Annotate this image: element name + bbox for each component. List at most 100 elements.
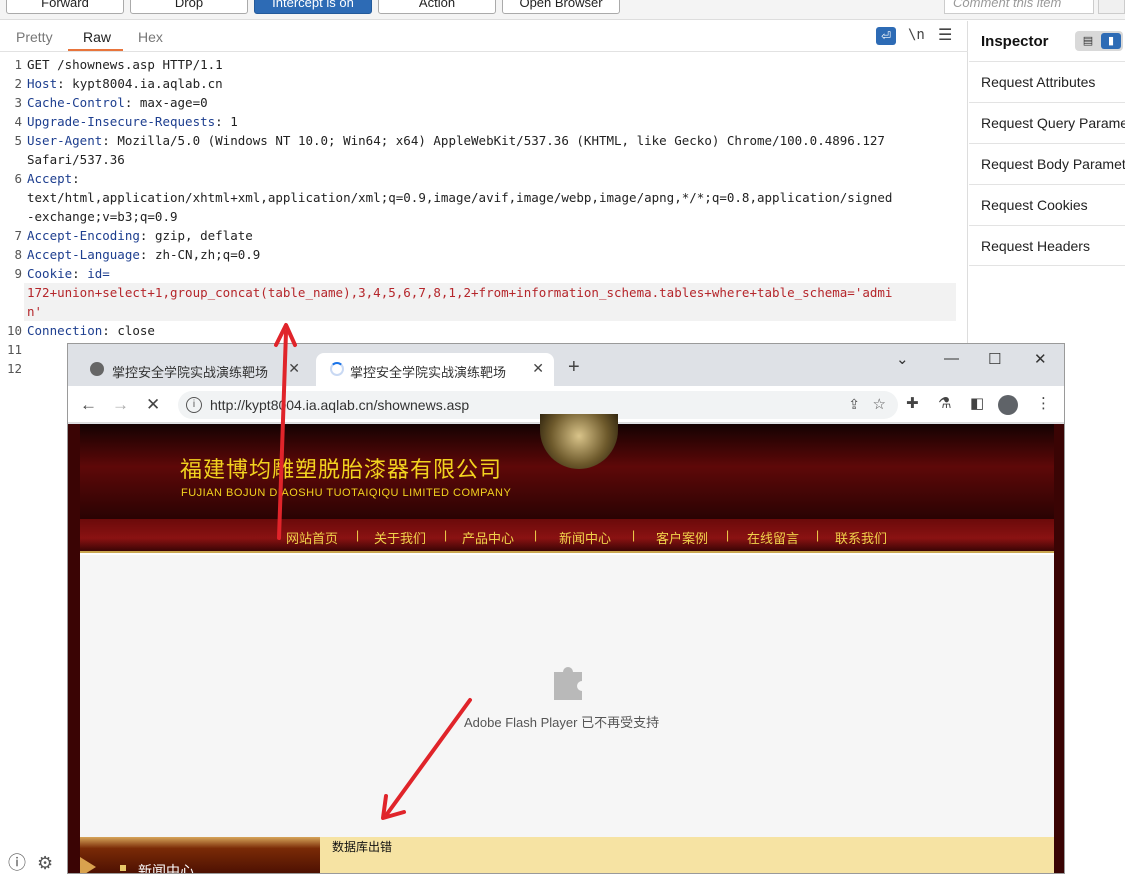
- inspector-body-params[interactable]: Request Body Parameters: [969, 143, 1125, 184]
- header-value: zh-CN,zh;q=0.9: [147, 247, 261, 262]
- plugin-puzzle-icon: [554, 667, 582, 700]
- side-panel-icon[interactable]: ◧: [970, 394, 984, 412]
- header-cookie: Cookie: id=: [27, 266, 110, 281]
- line-number: 9: [14, 266, 22, 281]
- flash-placeholder: Adobe Flash Player 已不再受支持: [80, 555, 1054, 837]
- forward-icon[interactable]: →: [112, 395, 129, 415]
- header-key: Cache-Control: [27, 95, 125, 110]
- site-nav: 网站首页 | 关于我们 | 产品中心 | 新闻中心 | 客户案例 | 在线留言 …: [80, 519, 1054, 553]
- cookie-name: id=: [79, 266, 110, 281]
- nav-cases[interactable]: 客户案例: [656, 528, 708, 547]
- nav-separator: |: [356, 528, 360, 542]
- cookie-payload: 172+union+select+1,group_concat(table_na…: [27, 285, 893, 300]
- intercept-toggle-button[interactable]: Intercept is on: [254, 0, 372, 14]
- action-button[interactable]: Action: [378, 0, 496, 14]
- new-tab-icon[interactable]: +: [568, 356, 580, 379]
- header-accept-encoding: Accept-Encoding: gzip, deflate: [27, 228, 253, 243]
- sidebar-news-header: 新闻中心: [80, 837, 320, 873]
- database-error-text: 数据库出错: [332, 840, 393, 854]
- header-accept-language: Accept-Language: zh-CN,zh;q=0.9: [27, 247, 261, 262]
- line-number: 8: [14, 247, 22, 262]
- open-browser-button[interactable]: Open Browser: [502, 0, 620, 14]
- inspector-cookies[interactable]: Request Cookies: [969, 184, 1125, 225]
- tab-pretty[interactable]: Pretty: [16, 29, 53, 45]
- url-path: /shownews.asp: [373, 397, 470, 413]
- profile-avatar-icon[interactable]: [998, 395, 1018, 415]
- word-wrap-icon[interactable]: ⏎: [876, 27, 896, 45]
- line-number: 2: [14, 76, 22, 91]
- panel-layout-icon[interactable]: ▮: [1101, 33, 1121, 49]
- header-value: Mozilla/5.0 (Windows NT 10.0; Win64; x64…: [109, 133, 885, 148]
- browser-tab-1[interactable]: 掌控安全学院实战演练靶场 ✕: [78, 353, 310, 386]
- browser-menu-icon[interactable]: ⋮: [1036, 394, 1051, 412]
- header-accept-value: text/html,application/xhtml+xml,applicat…: [27, 190, 893, 205]
- share-icon[interactable]: ⇪: [848, 396, 860, 413]
- tab-raw[interactable]: Raw: [83, 29, 111, 45]
- nav-separator: |: [632, 528, 636, 542]
- inspector-request-attributes[interactable]: Request Attributes: [969, 61, 1125, 102]
- comment-input[interactable]: Comment this item: [944, 0, 1094, 14]
- help-icon[interactable]: ⓘ: [8, 853, 26, 873]
- header-key: Accept: [27, 171, 73, 186]
- proxy-toolbar: Forward Drop Intercept is on Action Open…: [0, 0, 1125, 20]
- header-key: Connection: [27, 323, 103, 338]
- loading-spinner-icon: [330, 362, 344, 376]
- maximize-icon[interactable]: ☐: [988, 350, 1001, 368]
- header-connection: Connection: close: [27, 323, 155, 338]
- nav-about[interactable]: 关于我们: [374, 528, 426, 547]
- forward-button[interactable]: Forward: [6, 0, 124, 14]
- bookmark-star-icon[interactable]: ☆: [873, 395, 886, 413]
- header-user-agent-cont: Safari/537.36: [27, 152, 125, 167]
- inspector-layout-toggle[interactable]: ▤ ▮: [1075, 31, 1123, 51]
- line-number: 7: [14, 228, 22, 243]
- line-number: 3: [14, 95, 22, 110]
- nav-separator: |: [534, 528, 538, 542]
- window-close-icon[interactable]: ✕: [1034, 350, 1047, 368]
- header-accept-cont: -exchange;v=b3;q=0.9: [27, 209, 178, 224]
- nav-contact[interactable]: 联系我们: [835, 528, 887, 547]
- header-key: Upgrade-Insecure-Requests: [27, 114, 216, 129]
- inspector-query-params[interactable]: Request Query Parameters: [969, 102, 1125, 143]
- back-icon[interactable]: ←: [80, 395, 97, 415]
- line-number: 5: [14, 133, 22, 148]
- tab-close-icon[interactable]: ✕: [288, 360, 300, 377]
- request-line: GET /shownews.asp HTTP/1.1: [27, 57, 223, 72]
- header-value: kypt8004.ia.aqlab.cn: [64, 76, 223, 91]
- header-key: Accept-Language: [27, 247, 140, 262]
- header-upgrade-insecure: Upgrade-Insecure-Requests: 1: [27, 114, 238, 129]
- settings-gear-icon[interactable]: ⚙: [37, 853, 53, 873]
- lab-flask-icon[interactable]: ⚗: [938, 394, 951, 412]
- tab-title: 掌控安全学院实战演练靶场: [350, 365, 507, 380]
- header-cache-control: Cache-Control: max-age=0: [27, 95, 208, 110]
- drop-button[interactable]: Drop: [130, 0, 248, 14]
- header-value: max-age=0: [132, 95, 208, 110]
- list-layout-icon[interactable]: ▤: [1078, 34, 1098, 48]
- nav-home[interactable]: 网站首页: [286, 528, 338, 547]
- nav-products[interactable]: 产品中心: [462, 528, 514, 547]
- nav-separator: |: [726, 528, 730, 542]
- tab-hex[interactable]: Hex: [138, 29, 163, 45]
- browser-tab-2[interactable]: 掌控安全学院实战演练靶场 ✕: [316, 353, 554, 386]
- highlight-dropdown[interactable]: [1098, 0, 1125, 14]
- nav-message[interactable]: 在线留言: [747, 528, 799, 547]
- page-left-border: [68, 424, 80, 873]
- newline-toggle-icon[interactable]: \n: [908, 27, 925, 45]
- url-host: http://kypt8004.ia.aqlab.cn: [210, 397, 374, 413]
- header-user-agent: User-Agent: Mozilla/5.0 (Windows NT 10.0…: [27, 133, 885, 148]
- minimize-icon[interactable]: —: [944, 350, 959, 367]
- url-input[interactable]: i http://kypt8004.ia.aqlab.cn/shownews.a…: [178, 391, 898, 419]
- site-banner: 福建博均雕塑脱胎漆器有限公司 FUJIAN BOJUN DIAOSHU TUOT…: [80, 414, 1054, 519]
- editor-menu-icon[interactable]: ☰: [938, 25, 952, 44]
- tab-search-chevron-icon[interactable]: ⌄: [896, 350, 909, 368]
- content-area: 新闻中心 数据库出错: [80, 837, 1054, 873]
- inspector-headers[interactable]: Request Headers: [969, 225, 1125, 266]
- globe-icon: [90, 362, 104, 376]
- site-info-icon[interactable]: i: [186, 397, 202, 413]
- header-key: Accept-Encoding: [27, 228, 140, 243]
- stop-loading-icon[interactable]: ✕: [146, 395, 160, 415]
- line-number: 12: [6, 361, 22, 376]
- line-number: 10: [6, 323, 22, 338]
- extensions-icon[interactable]: ✚: [906, 394, 919, 412]
- nav-news[interactable]: 新闻中心: [559, 528, 611, 547]
- tab-close-icon[interactable]: ✕: [532, 360, 544, 377]
